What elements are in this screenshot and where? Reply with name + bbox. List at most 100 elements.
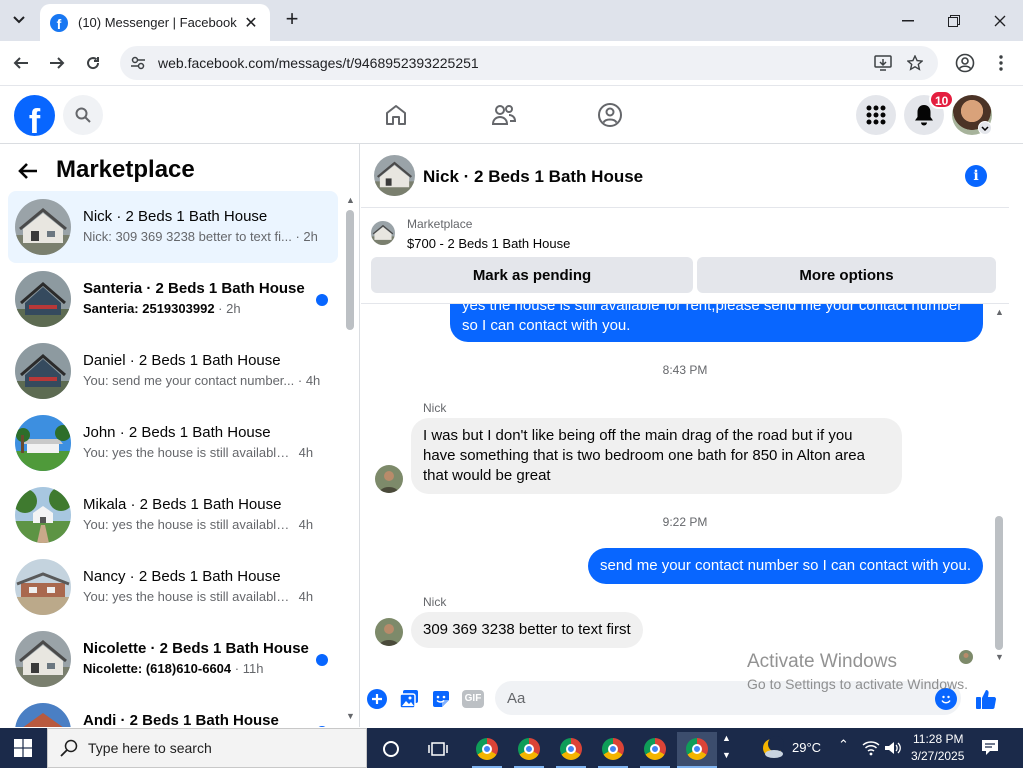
chrome-taskbar-button[interactable] <box>467 732 507 766</box>
back-button[interactable] <box>7 49 35 77</box>
network-icon[interactable] <box>862 740 880 761</box>
timestamp: 8:43 PM <box>662 363 708 377</box>
taskbar-scroll-arrows-icon[interactable]: ▲ ▼ <box>722 730 731 764</box>
listing-thumbnail <box>15 343 71 399</box>
facebook-search-button[interactable] <box>63 95 103 135</box>
sticker-button[interactable] <box>430 688 452 710</box>
conversation-list-scrollbar[interactable] <box>346 210 354 330</box>
thread-scrollbar[interactable] <box>995 516 1003 650</box>
chrome-taskbar-button[interactable] <box>635 732 675 766</box>
attach-photo-button[interactable] <box>398 688 420 710</box>
task-view-button[interactable] <box>418 732 458 766</box>
preview-time: 4h <box>298 445 314 460</box>
preview-text: You: send me your contact number... <box>83 373 295 388</box>
incoming-message[interactable]: 309 369 3238 better to text first <box>411 612 643 648</box>
conversation-item[interactable]: Santeria · 2 Beds 1 Bath House Santeria:… <box>8 263 338 335</box>
scroll-down-arrow-icon[interactable]: ▼ <box>995 652 1004 662</box>
scroll-up-arrow-icon[interactable]: ▲ <box>995 307 1004 317</box>
friends-nav-button[interactable] <box>486 97 522 133</box>
conversation-item[interactable]: Nick · 2 Beds 1 Bath House Nick: 309 369… <box>8 191 338 263</box>
gif-button[interactable]: GIF <box>461 688 485 710</box>
chrome-taskbar-button-active[interactable] <box>677 732 717 766</box>
conversation-preview: You: send me your contact number... · 4h <box>83 373 321 388</box>
browser-tab[interactable]: f (10) Messenger | Facebook ✕ <box>40 4 270 41</box>
account-chevron-icon[interactable] <box>978 121 992 135</box>
groups-nav-button[interactable] <box>592 97 628 133</box>
conversation-item[interactable]: Mikala · 2 Beds 1 Bath House You: yes th… <box>8 479 338 551</box>
close-tab-icon[interactable]: ✕ <box>242 13 260 33</box>
groups-icon <box>598 103 622 127</box>
friends-icon <box>491 105 517 125</box>
message-line: I was but I don't like being off the mai… <box>423 427 853 444</box>
conversation-preview: Nicolette: (618)610-6604 · 11h <box>83 661 264 676</box>
preview-time: 2h <box>303 229 318 244</box>
preview-text: Santeria: 2519303992 <box>83 301 215 316</box>
close-window-button[interactable] <box>977 0 1023 41</box>
more-actions-button[interactable] <box>366 688 388 710</box>
facebook-logo[interactable]: f <box>14 95 55 136</box>
cortana-button[interactable] <box>371 732 411 766</box>
home-nav-button[interactable] <box>378 97 414 133</box>
arrow-left-icon <box>18 163 37 179</box>
scroll-down-arrow-icon[interactable]: ▼ <box>346 711 355 721</box>
more-options-button[interactable]: More options <box>697 257 996 293</box>
sender-avatar[interactable] <box>375 618 403 646</box>
preview-time: 4h <box>298 517 314 532</box>
forward-button[interactable] <box>43 49 71 77</box>
like-button[interactable] <box>973 688 999 710</box>
start-button[interactable] <box>0 728 46 768</box>
arrow-left-icon <box>13 57 28 69</box>
chrome-taskbar-button[interactable] <box>551 732 591 766</box>
new-tab-button[interactable]: + <box>280 8 304 32</box>
browser-menu-button[interactable] <box>987 49 1015 77</box>
windows-taskbar: Type here to search ▲ ▼ 29°C ⌃ 11:28 PM 3… <box>0 728 1023 768</box>
tab-search-button[interactable] <box>6 8 32 32</box>
sender-name: Nick <box>423 401 447 415</box>
minimize-button[interactable] <box>885 0 931 41</box>
volume-icon[interactable] <box>884 740 902 761</box>
profile-button[interactable] <box>951 49 979 77</box>
address-bar[interactable]: web.facebook.com/messages/t/946895239322… <box>120 46 938 80</box>
mark-as-pending-button[interactable]: Mark as pending <box>371 257 693 293</box>
photo-icon <box>399 690 418 709</box>
clock-date[interactable]: 3/27/2025 <box>911 749 964 763</box>
conversation-preview: Nick: 309 369 3238 better to text fi... … <box>83 229 318 244</box>
reload-button[interactable] <box>79 49 107 77</box>
conversation-item[interactable]: Nancy · 2 Beds 1 Bath House You: yes the… <box>8 551 338 623</box>
info-icon[interactable]: i <box>965 165 987 187</box>
bookmark-button[interactable] <box>900 46 930 80</box>
chrome-taskbar-button[interactable] <box>593 732 633 766</box>
sender-avatar[interactable] <box>375 465 403 493</box>
outgoing-message[interactable]: send me your contact number so I can con… <box>588 548 984 584</box>
show-hidden-icons-icon[interactable]: ⌃ <box>838 737 849 753</box>
conversation-name: Mikala · 2 Beds 1 Bath House <box>83 496 282 513</box>
weather-moon-icon[interactable] <box>760 736 784 760</box>
action-center-icon[interactable] <box>981 739 999 761</box>
chrome-icon <box>560 738 582 760</box>
restore-icon <box>948 14 960 27</box>
incoming-message[interactable]: I was but I don't like being off the mai… <box>411 418 902 494</box>
watermark-subtitle: Go to Settings to activate Windows. <box>747 676 968 692</box>
listing-thumbnail <box>15 271 71 327</box>
outgoing-message[interactable]: yes the house is still available for ren… <box>450 304 983 342</box>
chrome-taskbar-button[interactable] <box>509 732 549 766</box>
clock-time[interactable]: 11:28 PM <box>913 732 963 746</box>
message-line: have something that is two bedroom one b… <box>423 447 865 464</box>
listing-thumbnail[interactable] <box>371 221 395 245</box>
back-arrow-button[interactable] <box>18 158 44 184</box>
conversation-item[interactable]: Nicolette · 2 Beds 1 Bath House Nicolett… <box>8 623 338 695</box>
install-app-button[interactable] <box>868 46 898 80</box>
conversation-item[interactable]: Daniel · 2 Beds 1 Bath House You: send m… <box>8 335 338 407</box>
scroll-up-arrow-icon[interactable]: ▲ <box>346 195 355 205</box>
marketplace-title: Marketplace <box>56 156 195 183</box>
restore-button[interactable] <box>931 0 977 41</box>
preview-text: You: yes the house is still available f.… <box>83 589 295 604</box>
menu-button[interactable] <box>856 95 896 135</box>
conversation-item[interactable]: Andi · 2 Beds 1 Bath House <box>8 695 338 727</box>
listing-title[interactable]: $700 - 2 Beds 1 Bath House <box>407 236 570 251</box>
site-settings-icon[interactable] <box>130 55 146 71</box>
taskbar-search-box[interactable]: Type here to search <box>47 728 367 768</box>
chat-title[interactable]: Nick · 2 Beds 1 Bath House <box>423 167 643 187</box>
conversation-item[interactable]: John · 2 Beds 1 Bath House You: yes the … <box>8 407 338 479</box>
chat-listing-avatar[interactable] <box>374 155 415 196</box>
